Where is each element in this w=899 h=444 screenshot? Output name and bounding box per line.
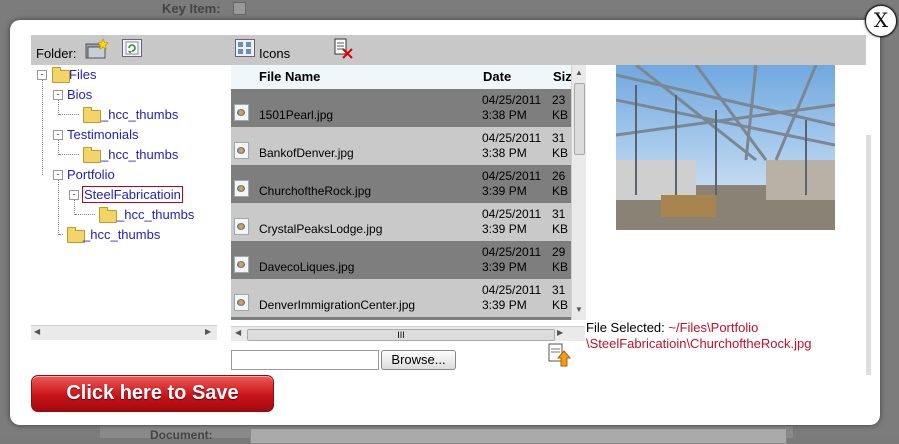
file-row[interactable]: ChurchoftheRock.jpg 04/25/2011 3:39 PM 26…	[231, 165, 571, 203]
file-name: DenverImmigrationCenter.jpg	[259, 298, 416, 312]
file-list-header: File Name Date Siz	[231, 65, 571, 89]
folder-icon	[83, 107, 101, 123]
folder-tree: - Files - Bios _hcc_thumbs - Testimonial…	[31, 65, 217, 340]
tree-horizontal-scrollbar[interactable]: ◀ ▶	[31, 325, 217, 340]
tree-line	[74, 200, 75, 215]
file-date: 04/25/2011 3:38 PM	[482, 131, 542, 160]
file-size: 31 KB	[552, 207, 569, 236]
scroll-up-icon[interactable]: ▲	[575, 68, 583, 77]
tree-line	[59, 234, 63, 235]
dialog-scrollbar[interactable]	[866, 135, 871, 375]
tree-item-thumbs[interactable]: _hcc_thumbs	[101, 107, 178, 122]
file-date: 04/25/2011 3:39 PM	[482, 245, 542, 274]
tree-line	[42, 80, 43, 175]
tree-line	[58, 100, 59, 115]
file-row[interactable]: DavecoLiques.jpg 04/25/2011 3:39 PM 29 KB	[231, 241, 571, 279]
image-file-icon	[234, 104, 249, 121]
tree-item-portfolio[interactable]: Portfolio	[67, 167, 115, 182]
image-file-icon	[234, 218, 249, 235]
file-selected-info: File Selected: ~/Files\Portfolio \SteelFa…	[586, 320, 856, 352]
column-file-name[interactable]: File Name	[259, 69, 320, 84]
folder-open-icon	[52, 67, 70, 83]
scroll-right-icon[interactable]: ▶	[557, 328, 563, 337]
scrollbar-thumb[interactable]: III	[247, 329, 555, 341]
upload-file-input[interactable]	[231, 350, 379, 370]
view-icons-icon[interactable]	[235, 39, 255, 60]
file-size: 23 KB	[552, 93, 569, 122]
file-name: BankofDenver.jpg	[259, 146, 354, 160]
tree-line	[59, 154, 79, 155]
tree-item-files[interactable]: Files	[69, 67, 96, 82]
file-name: ChurchoftheRock.jpg	[259, 184, 372, 198]
scroll-left-icon[interactable]: ◀	[34, 327, 40, 336]
tree-item-thumbs[interactable]: _hcc_thumbs	[117, 207, 194, 222]
image-file-icon	[234, 256, 249, 273]
file-name: 1501Pearl.jpg	[259, 108, 334, 122]
tree-item-bios[interactable]: Bios	[67, 87, 92, 102]
image-file-icon	[234, 142, 249, 159]
scroll-down-icon[interactable]: ▼	[575, 305, 583, 314]
file-row-partial[interactable]	[231, 317, 571, 320]
key-item-label: Key Item:	[162, 1, 221, 16]
file-date: 04/25/2011 3:39 PM	[482, 169, 542, 198]
column-size[interactable]: Siz	[553, 69, 571, 84]
key-item-checkbox[interactable]	[233, 2, 246, 15]
browse-button[interactable]: Browse...	[381, 350, 456, 370]
folder-label: Folder:	[36, 46, 77, 61]
file-size: 29 KB	[552, 245, 569, 274]
file-row[interactable]: CrystalPeaksLodge.jpg 04/25/2011 3:39 PM …	[231, 203, 571, 241]
tree-line	[58, 180, 59, 235]
document-label: Document:	[150, 428, 213, 442]
close-button[interactable]: X	[865, 5, 897, 37]
scroll-right-icon[interactable]: ▶	[205, 327, 211, 336]
file-size: 26 KB	[552, 169, 569, 198]
file-name: DavecoLiques.jpg	[259, 260, 355, 274]
tree-line	[59, 114, 79, 115]
tree-line	[58, 140, 59, 155]
column-date[interactable]: Date	[483, 69, 511, 84]
delete-file-icon[interactable]	[334, 38, 354, 63]
tree-item-testimonials[interactable]: Testimonials	[67, 127, 139, 142]
save-button[interactable]: Click here to Save	[31, 375, 274, 412]
tree-item-steelfabricatioin[interactable]: SteelFabricatioin	[82, 186, 183, 203]
collapse-toggle[interactable]: -	[69, 190, 79, 200]
scroll-left-icon[interactable]: ◀	[235, 328, 241, 337]
file-name: CrystalPeaksLodge.jpg	[259, 222, 383, 236]
collapse-toggle[interactable]: -	[53, 130, 63, 140]
file-list-vertical-scrollbar[interactable]: ▲ ▼	[571, 65, 586, 320]
folder-icon	[99, 207, 117, 223]
document-field[interactable]	[250, 428, 787, 444]
dialog-toolbar: Folder: Icons	[31, 35, 866, 65]
file-row[interactable]: DenverImmigrationCenter.jpg 04/25/2011 3:…	[231, 279, 571, 317]
file-date: 04/25/2011 3:39 PM	[482, 207, 542, 236]
collapse-toggle[interactable]: -	[53, 90, 63, 100]
file-date: 04/25/2011 3:39 PM	[482, 283, 542, 312]
folder-icon	[83, 147, 101, 163]
tree-item-thumbs[interactable]: _hcc_thumbs	[83, 227, 160, 242]
file-selected-label: File Selected:	[586, 320, 665, 335]
collapse-toggle[interactable]: -	[53, 170, 63, 180]
file-size: 31 KB	[552, 283, 569, 312]
refresh-icon[interactable]	[122, 39, 142, 60]
scrollbar-thumb[interactable]	[574, 83, 585, 155]
new-folder-icon[interactable]	[85, 38, 109, 63]
upload-icon[interactable]	[548, 343, 572, 370]
file-list: File Name Date Siz 1501Pearl.jpg 04/25/2…	[231, 65, 571, 320]
tree-item-thumbs[interactable]: _hcc_thumbs	[101, 147, 178, 162]
image-file-icon	[234, 180, 249, 197]
view-mode-label[interactable]: Icons	[259, 46, 290, 61]
file-size: 31 KB	[552, 131, 569, 160]
image-file-icon	[234, 294, 249, 311]
file-row[interactable]: BankofDenver.jpg 04/25/2011 3:38 PM 31 KB	[231, 127, 571, 165]
file-list-horizontal-scrollbar[interactable]: ◀ III ▶	[231, 326, 585, 341]
file-row[interactable]: 1501Pearl.jpg 04/25/2011 3:38 PM 23 KB	[231, 89, 571, 127]
collapse-toggle[interactable]: -	[37, 70, 47, 80]
image-preview	[616, 65, 835, 230]
file-date: 04/25/2011 3:38 PM	[482, 93, 542, 122]
tree-line	[75, 214, 95, 215]
